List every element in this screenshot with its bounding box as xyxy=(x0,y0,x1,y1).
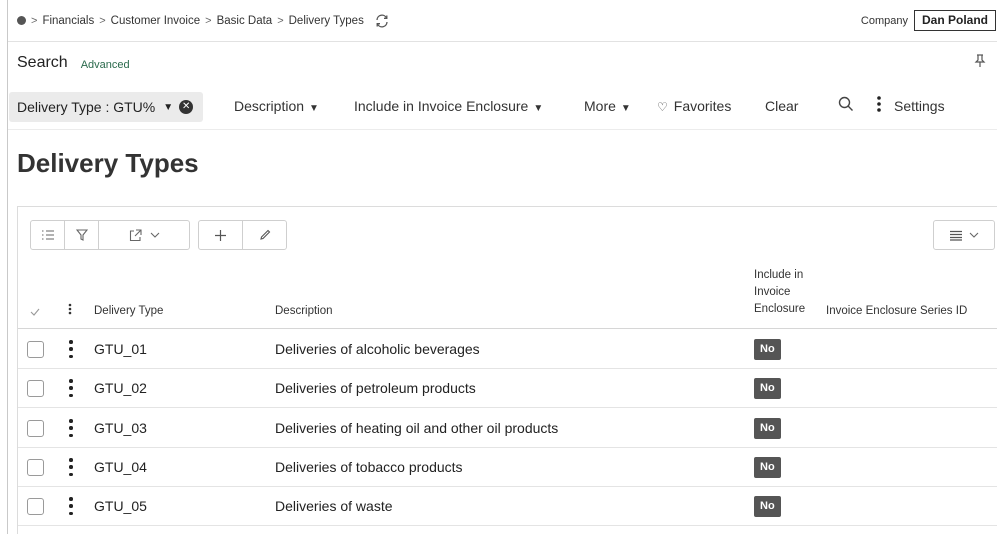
chevron-down-icon: ▼ xyxy=(309,103,319,114)
company-selector[interactable]: Dan Poland xyxy=(913,10,996,31)
description-filter-label: Description xyxy=(234,98,305,114)
search-icon[interactable] xyxy=(838,96,854,112)
column-header-include-line2: Invoice xyxy=(754,286,791,298)
chevron-down-icon: ▼ xyxy=(163,101,174,113)
clear-filter-icon[interactable]: ✕ xyxy=(179,100,194,114)
clear-button[interactable]: Clear xyxy=(765,98,798,114)
row-kebab-icon[interactable] xyxy=(68,497,74,515)
columns-icon xyxy=(950,230,962,241)
row-checkbox[interactable] xyxy=(27,459,44,476)
include-badge: No xyxy=(754,339,781,360)
export-icon xyxy=(129,228,142,241)
description-filter[interactable]: Description ▼ xyxy=(234,98,319,114)
column-header-include-line3: Enclosure xyxy=(754,303,806,315)
column-header-series-id[interactable]: Invoice Enclosure Series ID xyxy=(826,305,967,317)
column-header-include[interactable]: Include in Invoice Enclosure xyxy=(754,267,805,318)
table-row[interactable]: GTU_02 Deliveries of petroleum products … xyxy=(18,369,997,408)
settings-button[interactable]: Settings xyxy=(894,98,945,114)
breadcrumb-item-delivery-types: Delivery Types xyxy=(288,14,364,27)
export-button[interactable] xyxy=(99,221,189,249)
include-invoice-enclosure-filter[interactable]: Include in Invoice Enclosure ▼ xyxy=(354,98,543,114)
add-icon[interactable] xyxy=(199,221,243,249)
table-header: Delivery Type Description Include in Inv… xyxy=(18,259,997,329)
home-dot-icon[interactable] xyxy=(17,16,26,25)
row-kebab-icon[interactable] xyxy=(68,379,74,397)
filter-chip-label: Delivery Type : GTU% xyxy=(17,99,156,115)
cell-description: Deliveries of waste xyxy=(275,498,393,514)
cell-delivery-type: GTU_02 xyxy=(94,380,147,396)
row-checkbox[interactable] xyxy=(27,420,44,437)
list-view-icon[interactable] xyxy=(31,221,65,249)
app-frame: > Financials > Customer Invoice > Basic … xyxy=(7,0,997,534)
heart-icon: ♡ xyxy=(657,100,668,114)
filter-icon[interactable] xyxy=(65,221,99,249)
more-filters[interactable]: More ▼ xyxy=(584,98,631,114)
breadcrumb-separator-icon: > xyxy=(277,14,284,27)
include-badge: No xyxy=(754,378,781,399)
delivery-types-table: Delivery Type Description Include in Inv… xyxy=(17,206,997,534)
row-kebab-icon[interactable] xyxy=(68,340,74,358)
row-kebab-icon[interactable] xyxy=(68,419,74,437)
search-title: Search xyxy=(17,54,68,71)
include-badge: No xyxy=(754,457,781,478)
table-row[interactable]: GTU_03 Deliveries of heating oil and oth… xyxy=(18,409,997,448)
chevron-down-icon: ▼ xyxy=(533,103,544,114)
column-settings-button[interactable] xyxy=(933,220,995,250)
page-title: Delivery Types xyxy=(17,148,199,178)
breadcrumb-item-financials[interactable]: Financials xyxy=(42,15,94,27)
row-checkbox[interactable] xyxy=(27,380,44,397)
cell-description: Deliveries of heating oil and other oil … xyxy=(275,420,559,436)
column-header-delivery-type[interactable]: Delivery Type xyxy=(94,305,163,317)
breadcrumb-item-basic-data[interactable]: Basic Data xyxy=(217,15,273,27)
column-header-include-line1: Include in xyxy=(754,269,804,281)
top-bar: > Financials > Customer Invoice > Basic … xyxy=(8,0,997,42)
cell-delivery-type: GTU_05 xyxy=(94,498,147,514)
breadcrumb-item-customer-invoice[interactable]: Customer Invoice xyxy=(111,15,200,27)
chevron-down-icon: ▼ xyxy=(620,103,631,114)
table-row[interactable]: GTU_01 Deliveries of alcoholic beverages… xyxy=(18,330,997,369)
row-checkbox[interactable] xyxy=(27,498,44,515)
cell-description: Deliveries of alcoholic beverages xyxy=(275,341,480,357)
cell-description: Deliveries of tobacco products xyxy=(275,459,463,475)
row-checkbox[interactable] xyxy=(27,341,44,358)
search-header: Search Advanced xyxy=(8,42,997,84)
table-row[interactable]: GTU_04 Deliveries of tobacco products No xyxy=(18,448,997,487)
edit-toolbar-group xyxy=(198,220,287,250)
advanced-search-link[interactable]: Advanced xyxy=(81,59,130,71)
table-row[interactable]: GTU_05 Deliveries of waste No xyxy=(18,487,997,526)
cell-description: Deliveries of petroleum products xyxy=(275,380,476,396)
delivery-type-filter-chip[interactable]: Delivery Type : GTU% ▼ ✕ xyxy=(9,92,204,122)
row-kebab-icon[interactable] xyxy=(68,458,74,476)
header-kebab-icon[interactable] xyxy=(68,303,72,315)
favorites-label: Favorites xyxy=(673,98,732,114)
kebab-icon[interactable] xyxy=(876,95,882,113)
breadcrumb-separator-icon: > xyxy=(99,14,106,27)
include-badge: No xyxy=(754,496,781,517)
include-badge: No xyxy=(754,418,781,439)
column-header-description[interactable]: Description xyxy=(275,305,333,317)
select-all-icon[interactable] xyxy=(30,308,40,316)
edit-icon[interactable] xyxy=(243,221,286,249)
refresh-icon[interactable] xyxy=(374,13,390,29)
pin-icon[interactable] xyxy=(974,54,986,68)
include-filter-label: Include in Invoice Enclosure xyxy=(354,98,529,114)
more-filters-label: More xyxy=(584,98,616,114)
company-label: Company xyxy=(860,15,908,27)
filter-bar: Delivery Type : GTU% ▼ ✕ Description ▼ In… xyxy=(8,84,997,130)
cell-delivery-type: GTU_03 xyxy=(94,420,147,436)
table-toolbar-group xyxy=(30,220,190,250)
chevron-down-icon xyxy=(969,232,979,238)
cell-delivery-type: GTU_04 xyxy=(94,459,147,475)
breadcrumb-separator-icon: > xyxy=(205,14,212,27)
chevron-down-icon xyxy=(150,232,159,238)
cell-delivery-type: GTU_01 xyxy=(94,341,147,357)
favorites-button[interactable]: ♡ Favorites xyxy=(657,98,731,114)
breadcrumb-separator-icon: > xyxy=(31,14,38,27)
